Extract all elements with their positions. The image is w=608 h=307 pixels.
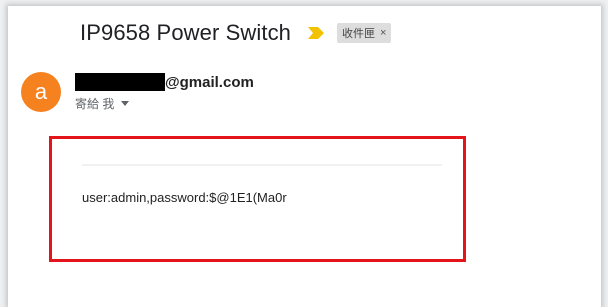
inbox-label-chip[interactable]: 收件匣 × (337, 23, 392, 43)
recipient-details[interactable]: 寄給 我 (75, 95, 130, 112)
avatar-initial: a (34, 79, 48, 104)
redacted-sender-name (75, 73, 165, 91)
sender-email-suffix: @gmail.com (165, 73, 254, 91)
importance-marker-icon[interactable] (307, 26, 325, 40)
email-view: IP9658 Power Switch 收件匣 × a @gmail.com 寄… (8, 6, 601, 307)
sender[interactable]: @gmail.com (75, 73, 254, 91)
message-body-text: user:admin,password:$@1E1(Ma0r (82, 190, 287, 205)
highlighted-message-body: user:admin,password:$@1E1(Ma0r (49, 136, 466, 262)
email-subject: IP9658 Power Switch (80, 20, 292, 45)
avatar[interactable]: a (21, 72, 61, 112)
caret-down-icon[interactable] (121, 101, 130, 106)
close-icon[interactable]: × (380, 27, 386, 39)
separator (82, 164, 442, 166)
subject-row: IP9658 Power Switch 收件匣 × (80, 20, 392, 46)
recipient-text: 寄給 我 (75, 97, 115, 111)
inbox-label-text: 收件匣 (342, 28, 376, 40)
